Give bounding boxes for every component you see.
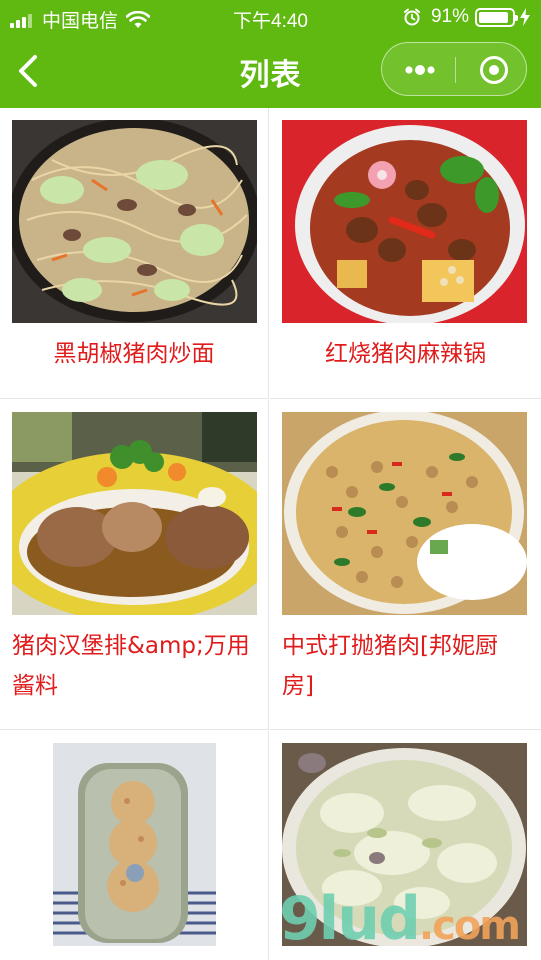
battery-percent: 91%: [430, 6, 469, 27]
recipe-image: [282, 120, 527, 323]
recipe-card[interactable]: 红烧猪肉麻辣锅: [270, 108, 541, 399]
recipe-image: [12, 412, 257, 615]
recipe-image: [12, 120, 257, 323]
recipe-image: [282, 412, 527, 615]
recipe-name: 黑胡椒猪肉炒面: [53, 341, 215, 367]
recipe-name: 红烧猪肉麻辣锅: [325, 341, 486, 367]
status-bar: 中国电信 下午4:40 91%: [0, 0, 541, 34]
recipe-name: 中式打抛猪肉[邦妮厨房]: [282, 633, 498, 699]
nav-bar: 列表: [0, 34, 541, 108]
watermark-main: 9lud: [278, 884, 421, 954]
recipe-card[interactable]: 黑胡椒猪肉炒面: [0, 108, 269, 399]
recipe-card[interactable]: 中式打抛猪肉[邦妮厨房]: [270, 400, 541, 730]
watermark: 9lud.com: [278, 884, 521, 954]
target-circle-icon[interactable]: [478, 54, 510, 86]
mini-program-capsule: [381, 42, 527, 96]
watermark-suffix: .com: [418, 903, 521, 949]
more-dots-icon[interactable]: [400, 57, 440, 83]
recipe-card[interactable]: 猪肉汉堡排&amp;万用酱料: [0, 400, 269, 730]
battery-icon: [475, 7, 518, 27]
recipe-card[interactable]: [0, 731, 269, 960]
recipe-image: [53, 743, 216, 946]
app-header: 中国电信 下午4:40 91% 列表: [0, 0, 541, 108]
capsule-divider: [455, 57, 456, 83]
alarm-icon: [403, 8, 420, 26]
status-right: 91%: [403, 6, 531, 28]
charging-bolt-icon: [520, 8, 530, 26]
recipe-name: 猪肉汉堡排&amp;万用酱料: [12, 633, 250, 699]
battery-fill: [479, 11, 508, 23]
